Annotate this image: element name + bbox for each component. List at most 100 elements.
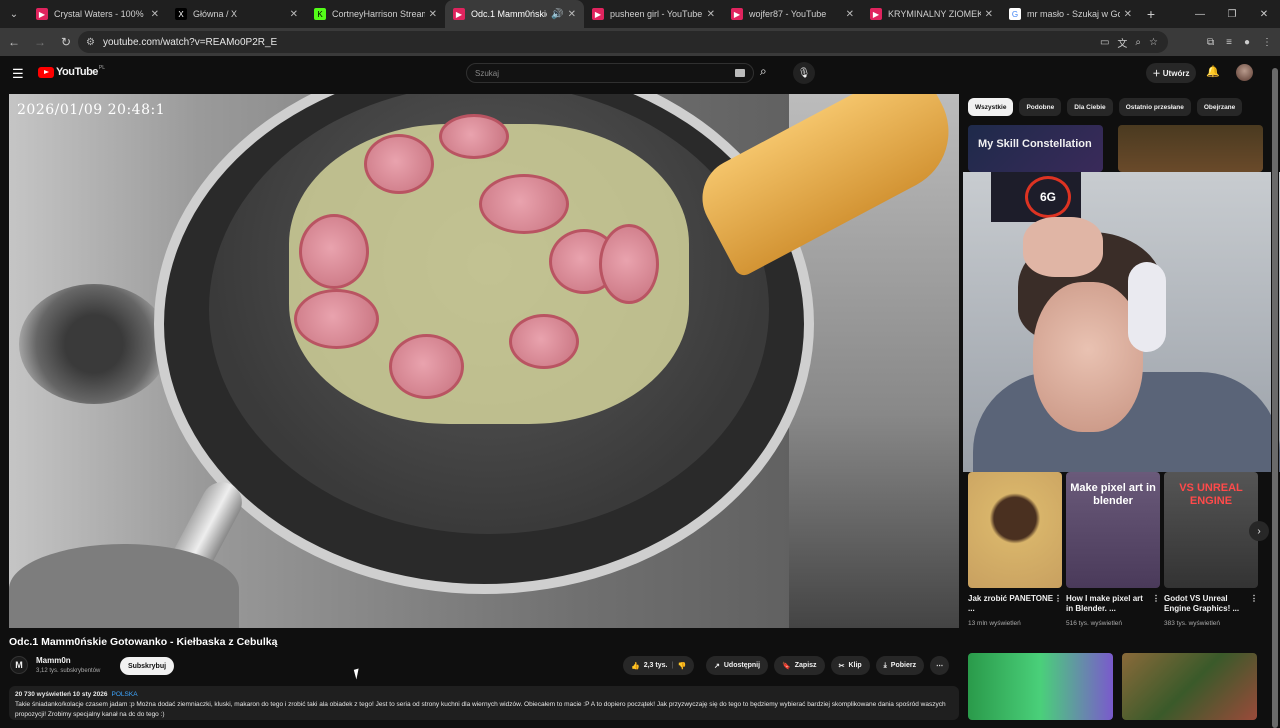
- close-icon[interactable]: ✕: [1124, 9, 1132, 20]
- video-title: Odc.1 Mamm0ńskie Gotowanko - Kiełbaska z…: [9, 636, 278, 648]
- recommended-thumbnail[interactable]: [968, 653, 1113, 720]
- download-button[interactable]: ⤓ Pobierz: [875, 656, 925, 675]
- short-title[interactable]: Jak zrobić PANETONE ...: [968, 594, 1053, 613]
- subscribe-button[interactable]: Subskrybuj: [120, 657, 174, 675]
- zoom-icon[interactable]: ⌕: [1135, 37, 1141, 48]
- browser-tab[interactable]: Gmr masło - Szukaj w Goo ✕: [1001, 0, 1140, 28]
- microphone-icon[interactable]: 🎙: [793, 62, 815, 84]
- sidebar-thumbnail[interactable]: My Skill Constellation: [968, 125, 1103, 172]
- short-thumbnail[interactable]: Make pixel art in blender: [1066, 472, 1160, 588]
- back-icon[interactable]: ←: [2, 30, 26, 54]
- short-item[interactable]: VS UNREAL ENGINE Godot VS Unreal Engine …: [1164, 472, 1258, 627]
- browser-tab[interactable]: ▶ KRYMINALNY ZIOMEK O ✕: [862, 0, 1001, 28]
- create-button[interactable]: ＋ Utwórz: [1146, 63, 1196, 83]
- profile-icon[interactable]: ●: [1244, 37, 1250, 48]
- maximize-icon[interactable]: ❐: [1216, 0, 1248, 28]
- new-tab-button[interactable]: +: [1140, 6, 1162, 22]
- thumb-down-icon[interactable]: 👎: [677, 662, 686, 670]
- keyboard-icon[interactable]: [735, 69, 745, 77]
- country-code: PL: [98, 65, 106, 71]
- hashtag-link[interactable]: POLSKA: [112, 691, 138, 698]
- short-item[interactable]: Jak zrobić PANETONE ... ⋮ 13 mln wyświetl…: [968, 472, 1062, 627]
- chip-recently-uploaded[interactable]: Ostatnio przesłane: [1118, 98, 1191, 116]
- menu-icon[interactable]: ☰: [12, 66, 24, 82]
- sausage-slice: [509, 314, 579, 369]
- tab-title: KRYMINALNY ZIOMEK O: [888, 9, 981, 19]
- video-actions: ↗ Udostępnij 🔖 Zapisz ✂ Klip ⤓ Pobierz ⋯: [706, 656, 950, 675]
- browser-tab[interactable]: ▶ pusheen girl - YouTube ✕: [584, 0, 723, 28]
- notifications-bell-icon[interactable]: 🔔: [1206, 65, 1220, 78]
- close-icon[interactable]: ✕: [846, 9, 854, 20]
- window-controls: — ❐ ✕: [1184, 0, 1280, 28]
- short-views: 13 mln wyświetleń: [968, 620, 1021, 627]
- share-button[interactable]: ↗ Udostępnij: [706, 656, 769, 675]
- browser-menu-icon[interactable]: ⋮: [1262, 37, 1272, 48]
- close-icon[interactable]: ✕: [429, 9, 437, 20]
- shirt-logo: 6G: [1025, 176, 1071, 218]
- search-input[interactable]: Szukaj: [466, 63, 754, 83]
- save-button[interactable]: 🔖 Zapisz: [774, 656, 825, 675]
- minimize-icon[interactable]: —: [1184, 0, 1216, 28]
- media-control-icon[interactable]: ≡: [1226, 37, 1232, 48]
- close-icon[interactable]: ✕: [151, 9, 159, 20]
- cast-icon[interactable]: ▭: [1100, 37, 1109, 48]
- browser-tab-active[interactable]: ▶ Odc.1 Mamm0ńskie G🔊 ✕: [445, 0, 584, 28]
- chip-related[interactable]: Podobne: [1019, 98, 1062, 116]
- like-button[interactable]: 👍 2,3 tys. | 👎: [623, 656, 695, 675]
- clip-button[interactable]: ✂ Klip: [830, 656, 870, 675]
- chip-watched[interactable]: Obejrzane: [1196, 98, 1243, 116]
- more-vert-icon[interactable]: ⋮: [1250, 594, 1258, 604]
- bookmark-star-icon[interactable]: ☆: [1149, 37, 1158, 48]
- speaker-icon[interactable]: 🔊: [551, 9, 563, 20]
- browser-tab[interactable]: ▶ Crystal Waters - 100% Pu ✕: [28, 0, 167, 28]
- timestamp-overlay: 2026/01/09 20:48:1: [17, 102, 166, 118]
- more-actions-button[interactable]: ⋯: [930, 656, 950, 675]
- browser-tab[interactable]: X Główna / X ✕: [167, 0, 306, 28]
- close-window-icon[interactable]: ✕: [1248, 0, 1280, 28]
- save-label: Zapisz: [794, 662, 817, 669]
- browser-tab[interactable]: ▶ wojfer87 - YouTube ✕: [723, 0, 862, 28]
- tab-favicon: ▶: [36, 8, 48, 20]
- short-item[interactable]: Make pixel art in blender How I make pix…: [1066, 472, 1160, 627]
- reload-icon[interactable]: ↻: [54, 30, 78, 54]
- short-thumbnail[interactable]: VS UNREAL ENGINE: [1164, 472, 1258, 588]
- recommended-thumbnail[interactable]: [1122, 653, 1257, 720]
- short-title[interactable]: Godot VS Unreal Engine Graphics! ...: [1164, 594, 1239, 613]
- clip-label: Klip: [848, 662, 862, 669]
- more-vert-icon[interactable]: ⋮: [1152, 594, 1160, 604]
- translate-icon[interactable]: 文: [1117, 35, 1127, 50]
- page-scrollbar[interactable]: [1271, 60, 1279, 728]
- close-icon[interactable]: ✕: [985, 9, 993, 20]
- channel-name[interactable]: Mamm0n: [36, 656, 71, 665]
- youtube-logo[interactable]: YouTube PL: [38, 65, 106, 78]
- short-thumbnail[interactable]: [968, 472, 1062, 588]
- tab-title: Główna / X: [193, 9, 238, 19]
- video-player[interactable]: 2026/01/09 20:48:1: [9, 94, 959, 628]
- search-icon[interactable]: ⌕: [760, 64, 767, 79]
- close-icon[interactable]: ✕: [568, 9, 576, 20]
- chip-for-you[interactable]: Dla Ciebie: [1067, 98, 1113, 116]
- youtube-header: ☰ YouTube PL Szukaj ⌕ 🎙 ＋ Utwórz 🔔: [0, 56, 1280, 90]
- sidebar-thumbnail[interactable]: [1118, 125, 1263, 172]
- browser-tab[interactable]: K CortneyHarrison Stream ✕: [306, 0, 445, 28]
- close-icon[interactable]: ✕: [707, 9, 715, 20]
- sausage-slice: [439, 114, 509, 159]
- tab-favicon: ▶: [870, 8, 882, 20]
- tab-favicon: K: [314, 8, 326, 20]
- tab-search-button[interactable]: ⌄: [0, 0, 28, 28]
- description-box[interactable]: 20 730 wyświetleń 10 sty 2026 POLSKA Taki…: [9, 686, 959, 720]
- chip-all[interactable]: Wszystkie: [968, 98, 1014, 116]
- extensions-icon[interactable]: ⧉: [1207, 37, 1214, 48]
- short-title-row: How I make pixel art in Blender. ... ⋮: [1066, 594, 1160, 614]
- close-icon[interactable]: ✕: [290, 9, 298, 20]
- avatar[interactable]: [1236, 64, 1253, 81]
- channel-avatar[interactable]: M: [10, 656, 28, 674]
- more-vert-icon[interactable]: ⋮: [1054, 594, 1062, 604]
- address-bar[interactable]: ⚙ youtube.com/watch?v=REAMo0P2R_E ▭ 文 ⌕ …: [78, 31, 1168, 53]
- short-title[interactable]: How I make pixel art in Blender. ...: [1066, 594, 1143, 613]
- site-info-icon[interactable]: ⚙: [86, 37, 95, 48]
- forward-icon[interactable]: →: [28, 30, 52, 54]
- chevron-right-icon[interactable]: ›: [1249, 521, 1269, 541]
- thumb-up-icon: 👍: [631, 662, 640, 670]
- scrollbar-thumb[interactable]: [1272, 68, 1278, 728]
